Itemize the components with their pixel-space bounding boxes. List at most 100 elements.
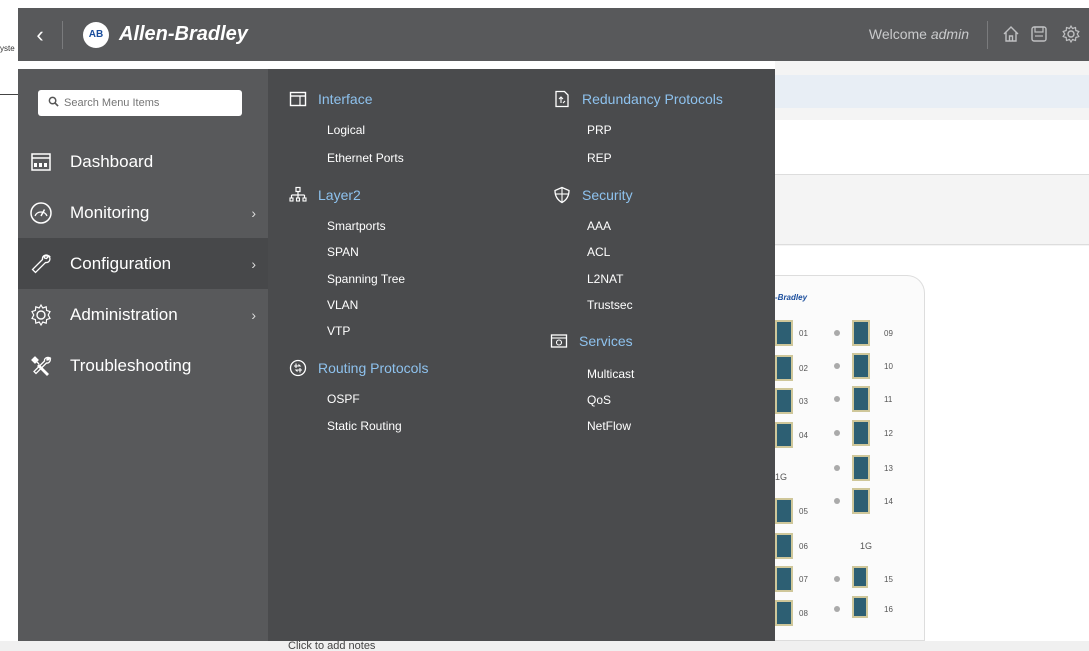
port-led [834, 396, 840, 402]
chevron-right-icon: › [251, 204, 256, 221]
save-icon[interactable] [1029, 24, 1049, 44]
menu-item-aaa[interactable]: AAA [587, 219, 611, 233]
port-label: 05 [799, 507, 808, 516]
port-label: 08 [799, 609, 808, 618]
menu-item-trustsec[interactable]: Trustsec [587, 298, 633, 312]
port-label: 14 [884, 497, 893, 506]
menu-item-prp[interactable]: PRP [587, 123, 612, 137]
menu-section-services[interactable]: Services [549, 331, 633, 351]
menu-section-routing-protocols[interactable]: Routing Protocols [288, 358, 429, 378]
port-label: 01 [799, 329, 808, 338]
redundancy-icon [552, 89, 572, 109]
chevron-right-icon: › [251, 306, 256, 323]
interface-icon [288, 89, 308, 109]
switch-port [775, 422, 793, 448]
port-led [834, 465, 840, 471]
menu-item-smartports[interactable]: Smartports [327, 219, 386, 233]
port-led [834, 576, 840, 582]
notes-placeholder[interactable]: Click to add notes [288, 641, 375, 651]
menu-item-static-routing[interactable]: Static Routing [327, 419, 402, 433]
sidebar-item-monitoring[interactable]: Monitoring › [18, 187, 268, 238]
menu-item-span[interactable]: SPAN [327, 245, 359, 259]
menu-item-l2nat[interactable]: L2NAT [587, 272, 623, 286]
sidebar-item-troubleshooting[interactable]: Troubleshooting [18, 340, 268, 391]
port-led [834, 363, 840, 369]
switch-port [775, 498, 793, 524]
services-icon [549, 331, 569, 351]
port-label: 09 [884, 329, 893, 338]
switch-port [852, 353, 870, 379]
menu-item-vlan[interactable]: VLAN [327, 298, 358, 312]
port-led [834, 330, 840, 336]
menu-item-rep[interactable]: REP [587, 151, 612, 165]
back-button[interactable]: ‹ [18, 8, 62, 61]
app-header: ‹ AB Allen-Bradley Welcome admin [18, 8, 1089, 61]
port-label: 12 [884, 429, 893, 438]
port-led [834, 606, 840, 612]
sidebar-item-dashboard[interactable]: Dashboard [18, 136, 268, 187]
search-input[interactable] [64, 97, 224, 109]
content-breadcrumb-band [775, 75, 1089, 108]
search-icon [48, 96, 59, 110]
switch-port [775, 600, 793, 626]
sidebar-item-label: Configuration [70, 253, 172, 273]
background-left-edge [0, 8, 18, 651]
switch-port [775, 355, 793, 381]
switch-port [775, 320, 793, 346]
routing-icon [288, 358, 308, 378]
configuration-mega-menu: Interface Logical Ethernet Ports Layer2 … [268, 69, 775, 641]
switch-brand: -Bradley [775, 293, 808, 302]
menu-section-interface[interactable]: Interface [288, 89, 372, 109]
gear-icon[interactable] [1061, 24, 1081, 44]
header-divider-right [987, 21, 988, 49]
port-led [834, 430, 840, 436]
search-box[interactable] [38, 90, 242, 116]
sidebar-item-label: Troubleshooting [70, 355, 192, 375]
chevron-right-icon: › [251, 255, 256, 272]
port-label: 07 [799, 575, 808, 584]
switch-port [775, 533, 793, 559]
switch-front-panel [775, 275, 925, 641]
menu-item-logical[interactable]: Logical [327, 123, 365, 137]
menu-section-redundancy-protocols[interactable]: Redundancy Protocols [552, 89, 723, 109]
port-led [834, 498, 840, 504]
network-tree-icon [288, 185, 308, 205]
switch-port [852, 320, 870, 346]
menu-section-layer2[interactable]: Layer2 [288, 185, 361, 205]
menu-item-multicast[interactable]: Multicast [587, 367, 634, 381]
port-label: 04 [799, 431, 808, 440]
background-divider [0, 94, 18, 95]
switch-port [852, 488, 870, 514]
menu-section-security[interactable]: Security [552, 185, 633, 205]
sidebar-item-administration[interactable]: Administration › [18, 289, 268, 340]
home-icon[interactable] [1001, 24, 1021, 44]
switch-port [775, 388, 793, 414]
menu-item-netflow[interactable]: NetFlow [587, 419, 631, 433]
speed-label: 1G [775, 472, 788, 482]
menu-item-spanning-tree[interactable]: Spanning Tree [327, 272, 405, 286]
sidebar-item-label: Dashboard [70, 151, 154, 171]
content-tab-bar [775, 195, 1089, 245]
menu-item-qos[interactable]: QoS [587, 393, 611, 407]
chevron-left-icon: ‹ [36, 21, 44, 47]
switch-port [852, 386, 870, 412]
tools-icon [28, 353, 54, 379]
menu-item-vtp[interactable]: VTP [327, 324, 350, 338]
welcome-text: Welcome admin [868, 26, 969, 42]
port-label: 10 [884, 362, 893, 371]
shield-icon [552, 185, 572, 205]
menu-item-ethernet-ports[interactable]: Ethernet Ports [327, 151, 404, 165]
header-divider [62, 20, 63, 49]
menu-item-acl[interactable]: ACL [587, 245, 610, 259]
sidebar-item-configuration[interactable]: Configuration › [18, 238, 268, 289]
sidebar-item-label: Administration [70, 304, 178, 324]
footer-strip [0, 641, 1089, 651]
background-side-text: yste [0, 44, 15, 53]
gauge-icon [28, 200, 54, 226]
brand-name: Allen-Bradley [119, 23, 248, 45]
port-label: 02 [799, 364, 808, 373]
allen-bradley-logo: AB [83, 21, 109, 48]
content-panel [775, 120, 1089, 175]
port-label: 03 [799, 397, 808, 406]
menu-item-ospf[interactable]: OSPF [327, 392, 360, 406]
